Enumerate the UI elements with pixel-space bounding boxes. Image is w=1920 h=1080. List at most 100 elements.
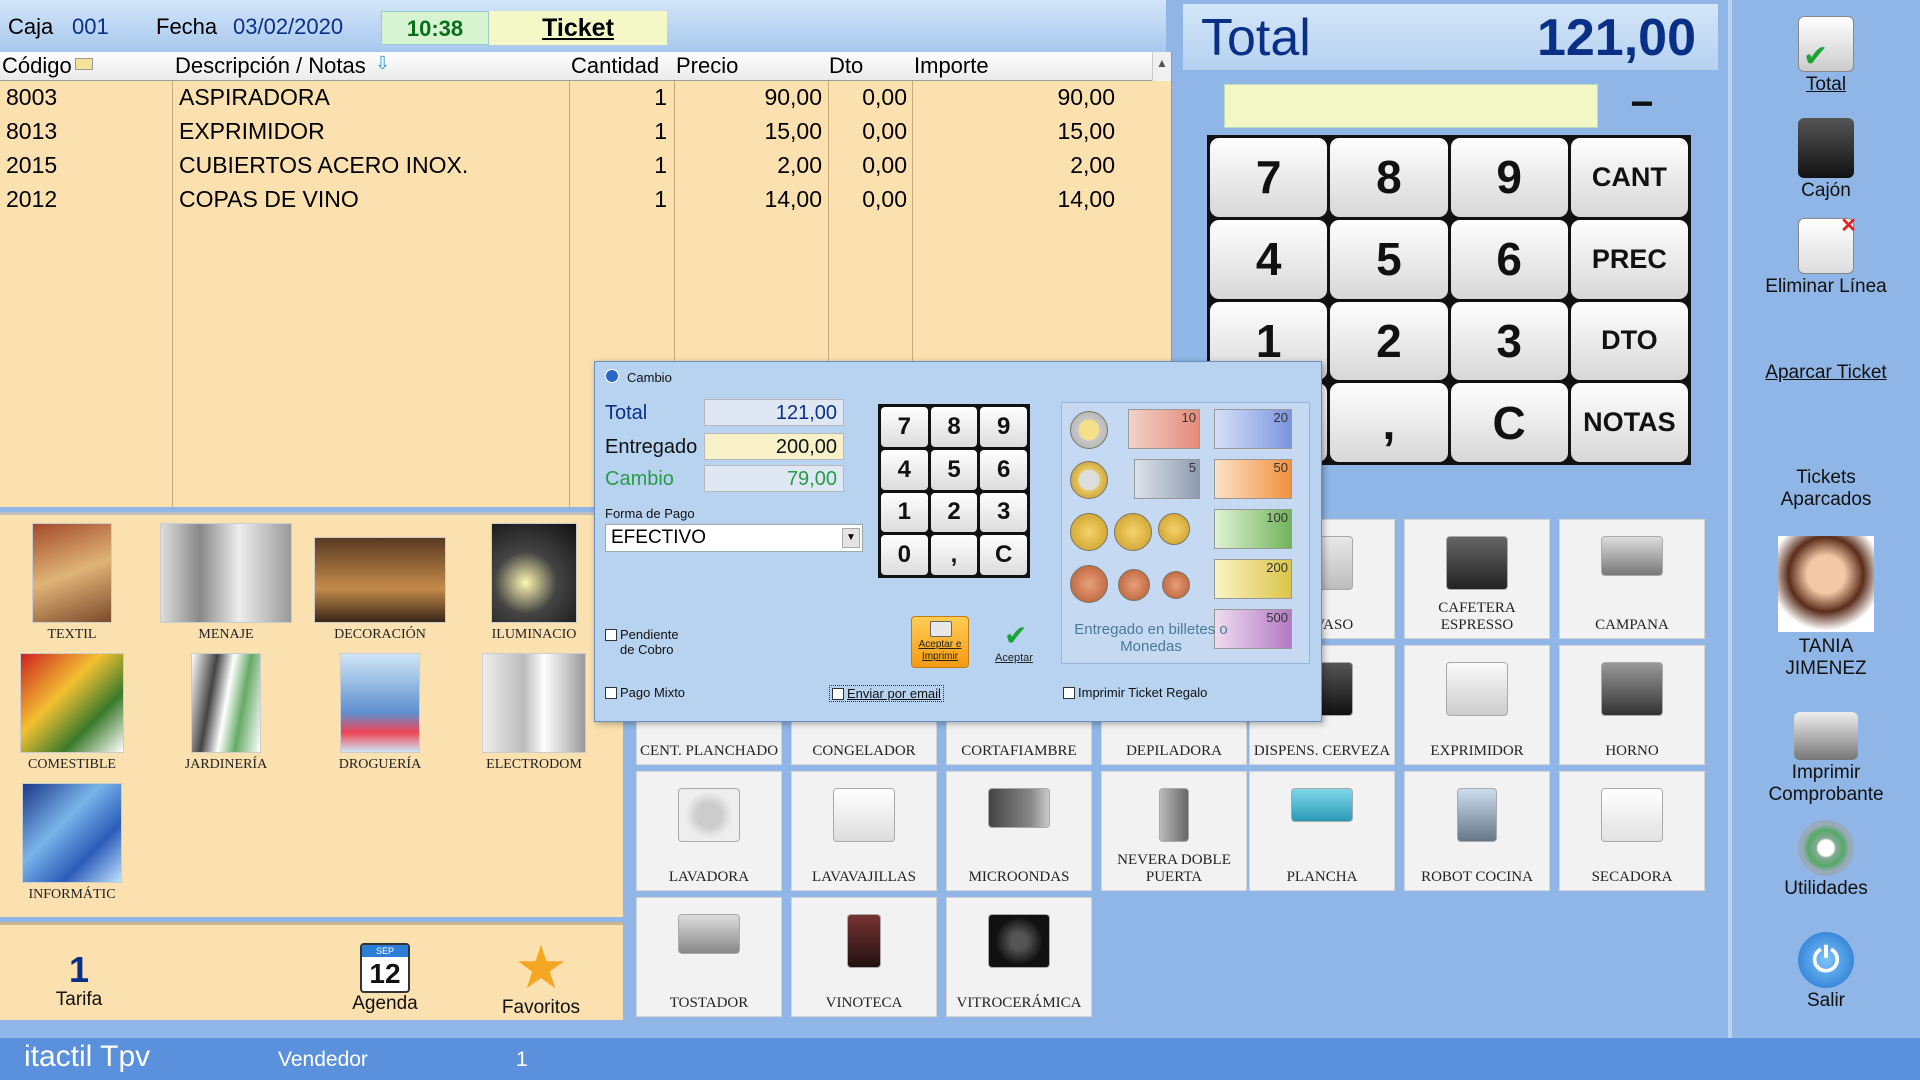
family-drogueria[interactable]: DROGUERÍA: [310, 653, 450, 773]
family-comestible[interactable]: COMESTIBLE: [2, 653, 142, 773]
note-20[interactable]: 20: [1214, 409, 1292, 449]
minus-button[interactable]: −: [1614, 84, 1670, 128]
key-9[interactable]: 9: [1450, 138, 1568, 217]
cambio-key-0[interactable]: 0: [881, 535, 928, 575]
key-6[interactable]: 6: [1450, 219, 1568, 299]
cambio-key-2[interactable]: 2: [930, 492, 978, 533]
family-electrodom[interactable]: ELECTRODOM: [464, 653, 604, 773]
pendiente-checkbox[interactable]: Pendiente de Cobro: [605, 627, 695, 657]
aparcar-ticket-button[interactable]: Aparcar Ticket: [1732, 362, 1920, 384]
coin-10-cent[interactable]: [1158, 513, 1190, 545]
family-informatica[interactable]: INFORMÁTIC: [2, 783, 142, 903]
forma-pago-select[interactable]: EFECTIVO ▼: [605, 524, 863, 552]
imprimir-comprobante-button[interactable]: Imprimir Comprobante: [1732, 712, 1920, 806]
key-prec[interactable]: PREC: [1570, 219, 1688, 299]
utilidades-button[interactable]: Utilidades: [1732, 820, 1920, 900]
product-item[interactable]: CAMPANA: [1559, 519, 1705, 639]
family-textil[interactable]: TEXTIL: [2, 523, 142, 643]
coin-1-euro[interactable]: [1070, 411, 1108, 449]
coin-50-cent[interactable]: [1070, 513, 1108, 551]
product-item[interactable]: EXPRIMIDOR: [1404, 645, 1550, 765]
key-7[interactable]: 7: [1210, 138, 1328, 217]
col-dto[interactable]: Dto: [829, 53, 863, 79]
col-cantidad[interactable]: Cantidad: [571, 53, 659, 79]
col-precio[interactable]: Precio: [676, 53, 738, 79]
key-c[interactable]: C: [1450, 383, 1568, 462]
table-row[interactable]: 2012 COPAS DE VINO 1 14,00 0,00 14,00: [0, 184, 1153, 218]
product-item[interactable]: PLANCHA: [1249, 771, 1395, 891]
col-importe[interactable]: Importe: [914, 53, 989, 79]
product-item[interactable]: TOSTADOR: [636, 897, 782, 1017]
key-dto[interactable]: DTO: [1570, 301, 1688, 381]
product-item[interactable]: LAVAVAJILLAS: [791, 771, 937, 891]
salir-button[interactable]: ⏻ Salir: [1732, 932, 1920, 1012]
cambio-key-c[interactable]: C: [980, 535, 1027, 575]
note-200[interactable]: 200: [1214, 559, 1292, 599]
note-50[interactable]: 50: [1214, 459, 1292, 499]
col-descripcion[interactable]: Descripción / Notas: [175, 53, 366, 79]
coin-2-cent[interactable]: [1118, 569, 1150, 601]
product-item[interactable]: HORNO: [1559, 645, 1705, 765]
key-3[interactable]: 3: [1450, 301, 1568, 381]
note-10[interactable]: 10: [1128, 409, 1200, 449]
tickets-aparcados-button[interactable]: Tickets Aparcados: [1732, 467, 1920, 511]
favoritos-button[interactable]: ★ Favoritos: [496, 938, 586, 1019]
cambio-key-5[interactable]: 5: [930, 449, 978, 490]
total-button[interactable]: ✔ Total: [1732, 16, 1920, 96]
enviar-email-checkbox[interactable]: Enviar por email: [829, 685, 944, 702]
table-row[interactable]: 8003 ASPIRADORA 1 90,00 0,00 90,00: [0, 82, 1153, 116]
cambio-key-9[interactable]: 9: [980, 407, 1027, 447]
pago-mixto-checkbox[interactable]: Pago Mixto: [605, 685, 685, 700]
eliminar-linea-button[interactable]: ✕ Eliminar Línea: [1732, 215, 1920, 298]
coin-20-cent[interactable]: [1114, 513, 1152, 551]
key-2[interactable]: 2: [1330, 301, 1448, 381]
product-item[interactable]: NEVERA DOBLE PUERTA: [1101, 771, 1247, 891]
product-item[interactable]: MICROONDAS: [946, 771, 1092, 891]
family-iluminacion[interactable]: ILUMINACIO: [464, 523, 604, 643]
aceptar-imprimir-button[interactable]: Aceptar e Imprimir: [911, 616, 969, 668]
sort-icon[interactable]: [75, 58, 93, 70]
family-decoracion[interactable]: DECORACIÓN: [310, 523, 450, 643]
entry-display[interactable]: [1224, 84, 1598, 128]
family-menaje[interactable]: MENAJE: [156, 523, 296, 643]
coin-5-cent[interactable]: [1070, 565, 1108, 603]
key-comma[interactable]: ,: [1330, 383, 1448, 462]
tarifa-button[interactable]: 1 Tarifa: [44, 951, 114, 1011]
product-item[interactable]: VITROCERÁMICA: [946, 897, 1092, 1017]
col-codigo[interactable]: Código: [2, 53, 72, 79]
coin-1-cent[interactable]: [1162, 571, 1190, 599]
table-row[interactable]: 8013 EXPRIMIDOR 1 15,00 0,00 15,00: [0, 116, 1153, 150]
key-4[interactable]: 4: [1210, 219, 1328, 299]
scroll-up-arrow[interactable]: ▲: [1152, 52, 1171, 81]
ticket-regalo-checkbox[interactable]: Imprimir Ticket Regalo: [1063, 685, 1207, 700]
key-notas[interactable]: NOTAS: [1570, 383, 1688, 462]
tab-ticket[interactable]: Ticket: [489, 11, 667, 45]
family-jardineria[interactable]: JARDINERÍA: [156, 653, 296, 773]
sort-down-icon[interactable]: ⇩: [375, 53, 390, 74]
aceptar-button[interactable]: ✔ Aceptar: [985, 616, 1043, 668]
note-100[interactable]: 100: [1214, 509, 1292, 549]
cambio-key-4[interactable]: 4: [881, 449, 928, 490]
table-row[interactable]: 2015 CUBIERTOS ACERO INOX. 1 2,00 0,00 2…: [0, 150, 1153, 184]
cambio-key-7[interactable]: 7: [881, 407, 928, 447]
product-label: TOSTADOR: [669, 995, 749, 1011]
user-profile[interactable]: TANIA JIMENEZ: [1732, 536, 1920, 680]
cambio-key-comma[interactable]: ,: [930, 535, 978, 575]
coin-2-euro[interactable]: [1070, 461, 1108, 499]
entregado-field[interactable]: 200,00: [704, 433, 844, 460]
cambio-key-1[interactable]: 1: [881, 492, 928, 533]
agenda-button[interactable]: SEP 12 Agenda: [340, 943, 430, 1015]
product-item[interactable]: CAFETERA ESPRESSO: [1404, 519, 1550, 639]
cambio-key-6[interactable]: 6: [980, 449, 1027, 490]
key-cant[interactable]: CANT: [1570, 138, 1688, 217]
cambio-key-3[interactable]: 3: [980, 492, 1027, 533]
cambio-key-8[interactable]: 8: [930, 407, 978, 447]
note-5[interactable]: 5: [1134, 459, 1200, 499]
cajon-button[interactable]: Cajón: [1732, 118, 1920, 202]
key-8[interactable]: 8: [1330, 138, 1448, 217]
product-item[interactable]: VINOTECA: [791, 897, 937, 1017]
product-item[interactable]: LAVADORA: [636, 771, 782, 891]
product-item[interactable]: SECADORA: [1559, 771, 1705, 891]
product-item[interactable]: ROBOT COCINA: [1404, 771, 1550, 891]
key-5[interactable]: 5: [1330, 219, 1448, 299]
